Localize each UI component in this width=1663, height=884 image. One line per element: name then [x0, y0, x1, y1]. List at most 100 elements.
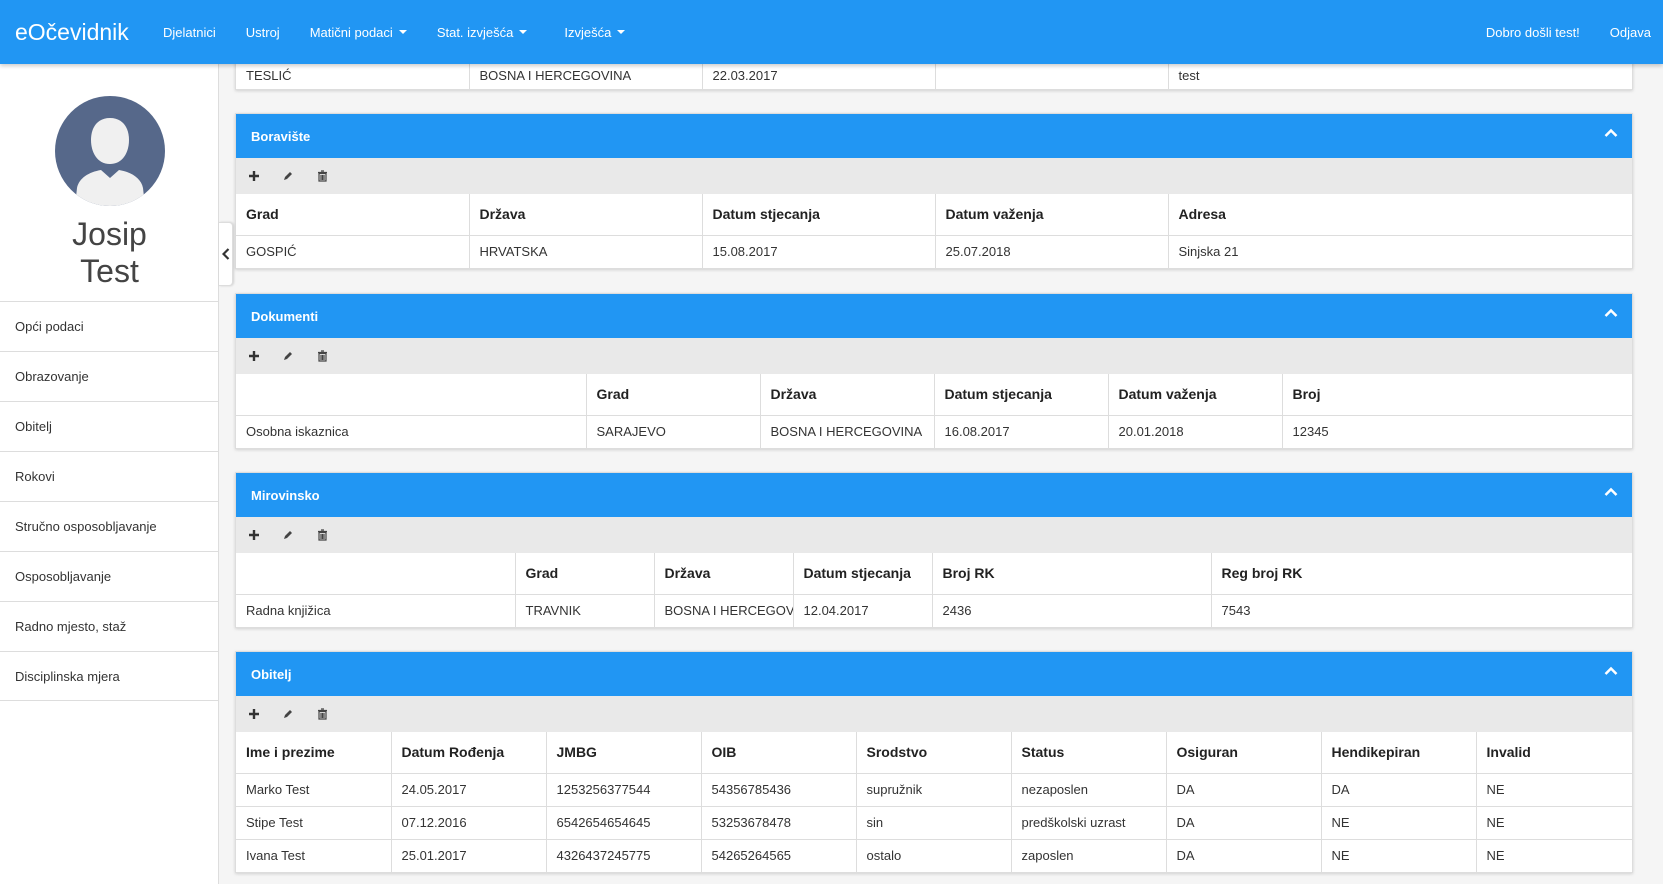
sidebar-item-strucno-osposobljavanje[interactable]: Stručno osposobljavanje: [0, 501, 219, 551]
table-cell: NE: [1321, 806, 1477, 840]
column-header[interactable]: Grad: [236, 194, 470, 236]
chevron-up-icon[interactable]: [1604, 487, 1618, 497]
table-row[interactable]: TESLIĆ BOSNA I HERCEGOVINA 22.03.2017 te…: [236, 61, 1632, 89]
table-row[interactable]: Osobna iskaznica SARAJEVO BOSNA I HERCEG…: [236, 415, 1632, 448]
table-cell: ostalo: [856, 839, 1012, 872]
nav-ustroj[interactable]: Ustroj: [231, 25, 295, 40]
panel-mirovinsko-heading[interactable]: Mirovinsko: [236, 473, 1632, 517]
delete-button[interactable]: [314, 527, 330, 543]
delete-button[interactable]: [314, 168, 330, 184]
welcome-link[interactable]: Dobro došli test!: [1471, 25, 1595, 40]
brand-logo[interactable]: eOčevidnik: [0, 19, 148, 46]
column-header[interactable]: Država: [760, 374, 935, 416]
sidebar-item-obitelj[interactable]: Obitelj: [0, 401, 219, 451]
sidebar-item-opci-podaci[interactable]: Opći podaci: [0, 301, 219, 351]
add-button[interactable]: [246, 168, 262, 184]
add-button[interactable]: [246, 348, 262, 364]
column-header[interactable]: JMBG: [546, 732, 702, 774]
panel-mirovinsko: Mirovinsko Grad Država Datum stjecanja B…: [235, 472, 1633, 628]
nav-stat-izvjesca[interactable]: Stat. izvješća: [422, 25, 543, 40]
column-header[interactable]: Datum stjecanja: [793, 553, 933, 595]
column-header[interactable]: Država: [654, 553, 794, 595]
edit-button[interactable]: [280, 168, 296, 184]
table-row[interactable]: Ivana Test 25.01.2017 4326437245775 5426…: [236, 839, 1632, 872]
sidebar-item-disciplinska-mjera[interactable]: Disciplinska mjera: [0, 651, 219, 701]
mirovinsko-table: Grad Država Datum stjecanja Broj RK Reg …: [236, 553, 1632, 627]
panel-title: Dokumenti: [251, 308, 319, 324]
table-header-row: Grad Država Datum stjecanja Broj RK Reg …: [236, 553, 1632, 595]
panel-dokumenti-heading[interactable]: Dokumenti: [236, 294, 1632, 338]
sidebar-toggle-button[interactable]: [219, 222, 233, 286]
panel-boraviste-heading[interactable]: Boravište: [236, 114, 1632, 158]
chevron-up-icon[interactable]: [1604, 666, 1618, 676]
column-header[interactable]: Datum važenja: [1108, 374, 1283, 416]
column-header[interactable]: Hendikepiran: [1321, 732, 1477, 774]
table-cell: Stipe Test: [236, 806, 392, 840]
table-cell: 12345: [1292, 424, 1329, 440]
nav-djelatnici-label: Djelatnici: [163, 24, 216, 40]
delete-button[interactable]: [314, 706, 330, 722]
caret-down-icon: [519, 30, 528, 34]
sidebar-item-radno-mjesto[interactable]: Radno mjesto, staž: [0, 601, 219, 651]
table-cell: Ivana Test: [236, 839, 392, 872]
column-header[interactable]: Grad: [586, 374, 761, 416]
chevron-up-icon[interactable]: [1604, 128, 1618, 138]
column-header[interactable]: [236, 553, 516, 595]
column-header[interactable]: Datum važenja: [935, 194, 1169, 236]
add-button[interactable]: [246, 706, 262, 722]
table-row[interactable]: Stipe Test 07.12.2016 6542654654645 5325…: [236, 806, 1632, 840]
table-cell: 2436: [932, 594, 1212, 627]
add-button[interactable]: [246, 527, 262, 543]
table-cell: Osobna iskaznica: [236, 415, 587, 448]
column-header[interactable]: OIB: [701, 732, 857, 774]
table-row[interactable]: Radna knjižica TRAVNIK BOSNA I HERCEGOVI…: [236, 594, 1632, 627]
chevron-up-icon[interactable]: [1604, 308, 1618, 318]
column-header[interactable]: Broj: [1282, 374, 1632, 416]
column-header[interactable]: [236, 374, 587, 416]
table-cell: 20.01.2018: [1108, 415, 1283, 448]
table-cell: nezaposlen: [1011, 773, 1167, 807]
table-cell: supružnik: [856, 773, 1012, 807]
obitelj-table: Ime i prezime Datum Rođenja JMBG OIB Sro…: [236, 732, 1632, 872]
table-header-row: Ime i prezime Datum Rođenja JMBG OIB Sro…: [236, 732, 1632, 774]
sidebar-item-osposobljavanje[interactable]: Osposobljavanje: [0, 551, 219, 601]
user-last-name: Test: [80, 253, 139, 289]
column-header[interactable]: Grad: [515, 553, 655, 595]
delete-button[interactable]: [314, 348, 330, 364]
panel-obitelj-heading[interactable]: Obitelj: [236, 652, 1632, 696]
table-row[interactable]: GOSPIĆ HRVATSKA 15.08.2017 25.07.2018 Si…: [236, 235, 1632, 268]
column-header[interactable]: Srodstvo: [856, 732, 1012, 774]
column-header[interactable]: Broj RK: [932, 553, 1212, 595]
nav-izvjesca[interactable]: Izvješća: [542, 25, 640, 40]
column-header[interactable]: Reg broj RK: [1211, 553, 1632, 595]
nav-maticni-podaci[interactable]: Matični podaci: [295, 25, 422, 40]
edit-button[interactable]: [280, 348, 296, 364]
table-row[interactable]: Marko Test 24.05.2017 1253256377544 5435…: [236, 773, 1632, 807]
edit-button[interactable]: [280, 527, 296, 543]
trash-icon: [317, 708, 327, 720]
user-first-name: Josip: [72, 216, 147, 252]
column-header[interactable]: Invalid: [1476, 732, 1632, 774]
sidebar-item-rokovi[interactable]: Rokovi: [0, 451, 219, 501]
column-header[interactable]: Osiguran: [1166, 732, 1322, 774]
panel-title: Mirovinsko: [251, 487, 320, 503]
table-cell: Marko Test: [236, 773, 392, 807]
pencil-icon: [284, 172, 292, 180]
column-header[interactable]: Datum Rođenja: [391, 732, 547, 774]
plus-icon: [249, 530, 259, 540]
plus-icon: [249, 709, 259, 719]
column-header[interactable]: Država: [469, 194, 703, 236]
column-header[interactable]: Status: [1011, 732, 1167, 774]
edit-button[interactable]: [280, 706, 296, 722]
logout-link[interactable]: Odjava: [1595, 25, 1663, 40]
table-cell: 54356785436: [701, 773, 857, 807]
column-header[interactable]: Datum stjecanja: [934, 374, 1109, 416]
nav-izvjesca-label: Izvješća: [564, 24, 612, 40]
table-cell: zaposlen: [1011, 839, 1167, 872]
panel-boraviste: Boravište Grad Država Datum stjecanja Da…: [235, 113, 1633, 269]
column-header[interactable]: Ime i prezime: [236, 732, 392, 774]
column-header[interactable]: Adresa: [1168, 194, 1632, 236]
nav-djelatnici[interactable]: Djelatnici: [148, 25, 231, 40]
sidebar-item-obrazovanje[interactable]: Obrazovanje: [0, 351, 219, 401]
column-header[interactable]: Datum stjecanja: [702, 194, 936, 236]
